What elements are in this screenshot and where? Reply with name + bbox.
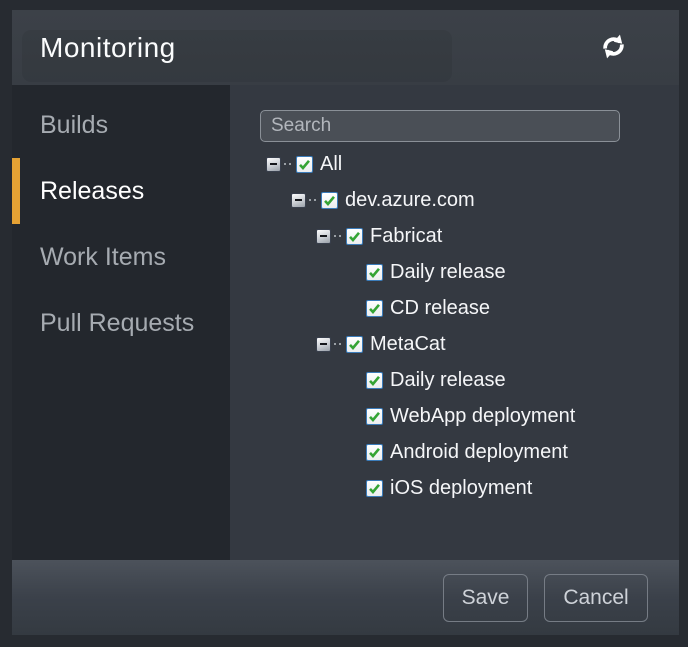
tree-node-label: All — [320, 152, 343, 175]
checkbox-checked-icon[interactable] — [366, 371, 383, 389]
tree-node-label: Android deployment — [390, 440, 568, 463]
dialog-footer: Save Cancel — [12, 560, 679, 635]
collapse-expander-icon[interactable] — [291, 192, 306, 208]
checkbox-checked-icon[interactable] — [366, 407, 383, 425]
tree-connector — [309, 199, 316, 201]
minus-icon — [270, 163, 277, 165]
sidebar: Builds Releases Work Items Pull Requests — [12, 85, 230, 560]
page-title: Monitoring — [40, 31, 176, 63]
release-tree: All dev.azure.com Fabricat Daily release… — [260, 146, 679, 506]
save-button[interactable]: Save — [443, 573, 528, 622]
checkbox-checked-icon[interactable] — [366, 263, 383, 281]
checkbox-checked-icon[interactable] — [366, 299, 383, 317]
tree-connector — [334, 343, 341, 345]
monitoring-dialog: Monitoring Builds Releases Work Items Pu… — [12, 10, 679, 635]
tree-node-fabricat-daily-release[interactable]: Daily release — [266, 254, 679, 290]
checkbox-checked-icon[interactable] — [366, 479, 383, 497]
tree-node-label: Fabricat — [370, 224, 443, 247]
tree-node-label: Daily release — [390, 368, 506, 391]
minus-icon — [295, 199, 302, 201]
tree-node-label: MetaCat — [370, 332, 446, 355]
refresh-icon — [600, 33, 627, 63]
sidebar-item-pull-requests[interactable]: Pull Requests — [12, 290, 230, 356]
tree-node-webapp-deployment[interactable]: WebApp deployment — [266, 398, 679, 434]
tree-node-dev-azure-com[interactable]: dev.azure.com — [266, 182, 679, 218]
search-input[interactable] — [260, 110, 620, 142]
releases-pane: All dev.azure.com Fabricat — [230, 85, 679, 560]
tree-node-fabricat-cd-release[interactable]: CD release — [266, 290, 679, 326]
checkbox-checked-icon[interactable] — [346, 335, 363, 353]
refresh-button[interactable] — [599, 34, 627, 62]
tree-node-label: iOS deployment — [390, 476, 533, 499]
tree-node-label: CD release — [390, 296, 491, 319]
tree-connector — [334, 235, 341, 237]
collapse-expander-icon[interactable] — [316, 228, 331, 244]
collapse-expander-icon[interactable] — [266, 156, 281, 172]
dialog-header: Monitoring — [12, 10, 679, 85]
tree-node-all[interactable]: All — [266, 146, 679, 182]
minus-icon — [320, 235, 327, 237]
checkbox-checked-icon[interactable] — [296, 155, 313, 173]
tree-connector — [284, 163, 291, 165]
sidebar-item-releases[interactable]: Releases — [12, 158, 230, 224]
checkbox-checked-icon[interactable] — [366, 443, 383, 461]
tree-node-label: dev.azure.com — [345, 188, 475, 211]
checkbox-checked-icon[interactable] — [346, 227, 363, 245]
collapse-expander-icon[interactable] — [316, 336, 331, 352]
cancel-button[interactable]: Cancel — [544, 573, 648, 622]
sidebar-item-work-items[interactable]: Work Items — [12, 224, 230, 290]
tree-node-metacat-daily-release[interactable]: Daily release — [266, 362, 679, 398]
sidebar-item-builds[interactable]: Builds — [12, 92, 230, 158]
minus-icon — [320, 343, 327, 345]
tree-node-ios-deployment[interactable]: iOS deployment — [266, 470, 679, 506]
tree-node-label: WebApp deployment — [390, 404, 576, 427]
dialog-body: Builds Releases Work Items Pull Requests… — [12, 85, 679, 560]
checkbox-checked-icon[interactable] — [321, 191, 338, 209]
tree-node-android-deployment[interactable]: Android deployment — [266, 434, 679, 470]
tree-node-fabricat[interactable]: Fabricat — [266, 218, 679, 254]
tree-node-metacat[interactable]: MetaCat — [266, 326, 679, 362]
tree-node-label: Daily release — [390, 260, 506, 283]
